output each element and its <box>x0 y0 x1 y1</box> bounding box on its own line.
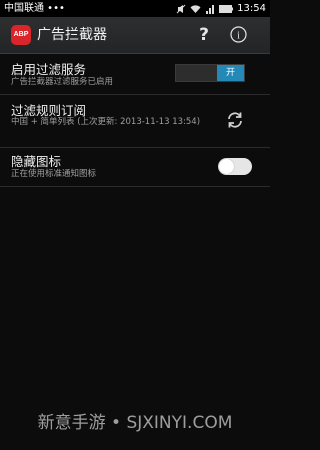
filtering-toggle[interactable]: 开 <box>175 64 245 82</box>
filtering-toggle-on-label: 开 <box>217 65 244 81</box>
battery-icon <box>219 4 234 13</box>
hide-icon-switch-knob <box>219 159 234 174</box>
hide-icon-title: 隐藏图标 <box>11 154 62 169</box>
info-icon[interactable]: i <box>230 26 247 43</box>
filtering-summary: 广告拦截器过滤服务已启用 <box>11 77 114 87</box>
watermark: 新意手游 • SJXINYI.COM <box>37 413 233 433</box>
hide-icon-summary: 正在使用标准通知图标 <box>11 169 97 179</box>
hide-icon-row[interactable]: 隐藏图标 正在使用标准通知图标 <box>0 148 270 187</box>
filtering-row[interactable]: 启用过滤服务 广告拦截器过滤服务已启用 开 <box>0 54 270 95</box>
mute-icon <box>176 4 186 13</box>
wifi-icon <box>190 4 201 13</box>
svg-text:i: i <box>237 31 240 42</box>
signal-icon <box>206 4 215 14</box>
filtering-title: 启用过滤服务 <box>11 62 87 77</box>
subscription-summary: 中国 + 简单列表 (上次更新: 2013-11-13 13:54) <box>11 117 201 127</box>
abp-app-icon: ABP <box>11 25 31 45</box>
refresh-icon[interactable] <box>226 111 244 129</box>
clock: 13:54 <box>237 3 266 14</box>
app-title: 广告拦截器 <box>37 27 107 43</box>
settings-list: 启用过滤服务 广告拦截器过滤服务已启用 开 过滤规则订阅 中国 + 简单列表 (… <box>0 54 270 187</box>
action-bar: ABP 广告拦截器 ? i <box>0 17 270 54</box>
subscription-row[interactable]: 过滤规则订阅 中国 + 简单列表 (上次更新: 2013-11-13 13:54… <box>0 95 270 148</box>
carrier-label: 中国联通 ••• <box>4 3 65 14</box>
hide-icon-switch[interactable] <box>218 158 252 175</box>
status-bar: 中国联通 ••• 13:54 <box>0 0 270 17</box>
status-icons: 13:54 <box>176 0 266 17</box>
help-button[interactable]: ? <box>193 22 215 48</box>
